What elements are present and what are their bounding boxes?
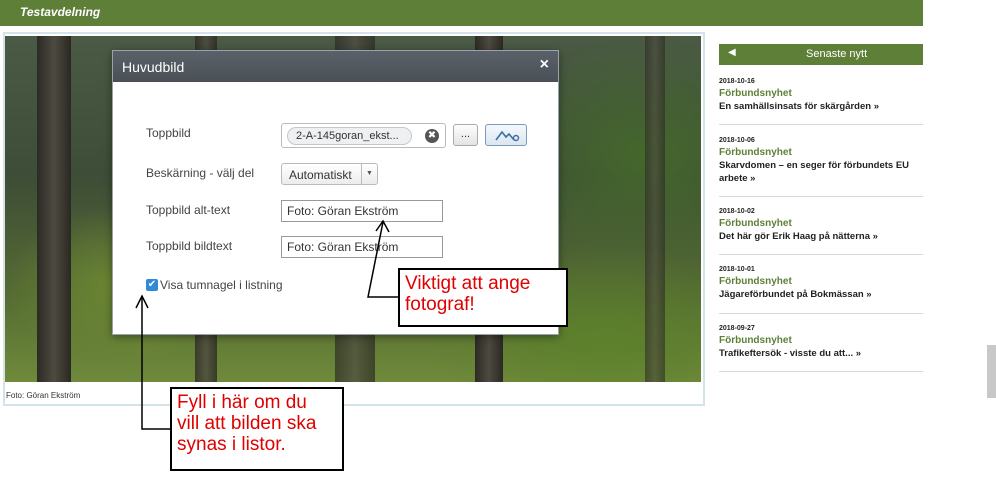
callout-text: Viktigt att ange	[405, 273, 531, 294]
latest-news-header: ◀ Senaste nytt	[719, 44, 923, 65]
clear-icon[interactable]: ✖	[425, 129, 439, 143]
photographer-callout: Viktigt att ange fotograf!	[398, 268, 568, 327]
thumbnail-checkbox-label: Visa tumnagel i listning	[160, 278, 283, 292]
callout-text: vill att bilden ska	[177, 413, 317, 434]
divider	[719, 313, 923, 314]
photo-credit: Foto: Göran Ekström	[6, 391, 81, 400]
close-icon[interactable]: ×	[540, 56, 549, 74]
image-mountain-icon	[495, 130, 520, 142]
news-link[interactable]: En samhällsinsats för skärgården »	[719, 100, 923, 113]
alt-text-input[interactable]: Foto: Göran Ekström	[281, 200, 443, 222]
news-category: Förbundsnyhet	[719, 218, 792, 229]
alt-text-label: Toppbild alt-text	[146, 203, 231, 217]
department-name: Testavdelning	[20, 5, 101, 19]
dialog-title: Huvudbild	[122, 59, 185, 75]
divider	[719, 371, 923, 372]
top-bar: Testavdelning	[0, 0, 923, 26]
list-callout: Fyll i här om du vill att bilden ska syn…	[170, 387, 344, 471]
divider	[719, 196, 923, 197]
image-picker-button[interactable]	[485, 124, 527, 146]
dialog-header: Huvudbild ×	[113, 51, 558, 82]
latest-news-title: Senaste nytt	[806, 48, 868, 60]
news-link[interactable]: Det här gör Erik Haag på nätterna »	[719, 230, 923, 243]
news-date: 2018-10-06	[719, 137, 755, 144]
crop-label: Beskärning - välj del	[146, 166, 255, 180]
news-category: Förbundsnyhet	[719, 88, 792, 99]
arrow-left-icon[interactable]: ◀	[728, 47, 736, 58]
tree-trunk	[37, 36, 71, 382]
crop-select[interactable]: Automatiskt ▼	[281, 163, 378, 185]
callout-text: fotograf!	[405, 294, 475, 315]
tree-trunk	[645, 36, 665, 382]
news-link[interactable]: Jägareförbundet på Bokmässan »	[719, 288, 923, 301]
crop-select-value: Automatiskt	[289, 168, 352, 182]
toppbild-file-chip: 2-A-145goran_ekst...	[287, 127, 412, 145]
news-category: Förbundsnyhet	[719, 147, 792, 158]
chevron-down-icon: ▼	[361, 164, 377, 184]
divider	[719, 124, 923, 125]
divider	[719, 254, 923, 255]
thumbnail-checkbox[interactable]: ✔	[146, 279, 158, 291]
caption-input[interactable]: Foto: Göran Ekström	[281, 236, 443, 258]
news-date: 2018-10-02	[719, 208, 755, 215]
news-date: 2018-10-16	[719, 78, 755, 85]
toppbild-label: Toppbild	[146, 126, 191, 140]
news-date: 2018-10-01	[719, 266, 755, 273]
caption-label: Toppbild bildtext	[146, 239, 233, 253]
browse-button[interactable]: ...	[453, 124, 478, 146]
news-link[interactable]: Skarvdomen – en seger för förbundets EU …	[719, 159, 923, 185]
scrollbar-thumb[interactable]	[987, 345, 996, 398]
news-category: Förbundsnyhet	[719, 276, 792, 287]
callout-text: synas i listor.	[177, 434, 286, 455]
news-category: Förbundsnyhet	[719, 335, 792, 346]
news-link[interactable]: Trafikeftersök - visste du att... »	[719, 347, 923, 360]
news-date: 2018-09-27	[719, 325, 755, 332]
callout-text: Fyll i här om du	[177, 392, 307, 413]
toppbild-field[interactable]: 2-A-145goran_ekst... ✖	[281, 123, 446, 148]
